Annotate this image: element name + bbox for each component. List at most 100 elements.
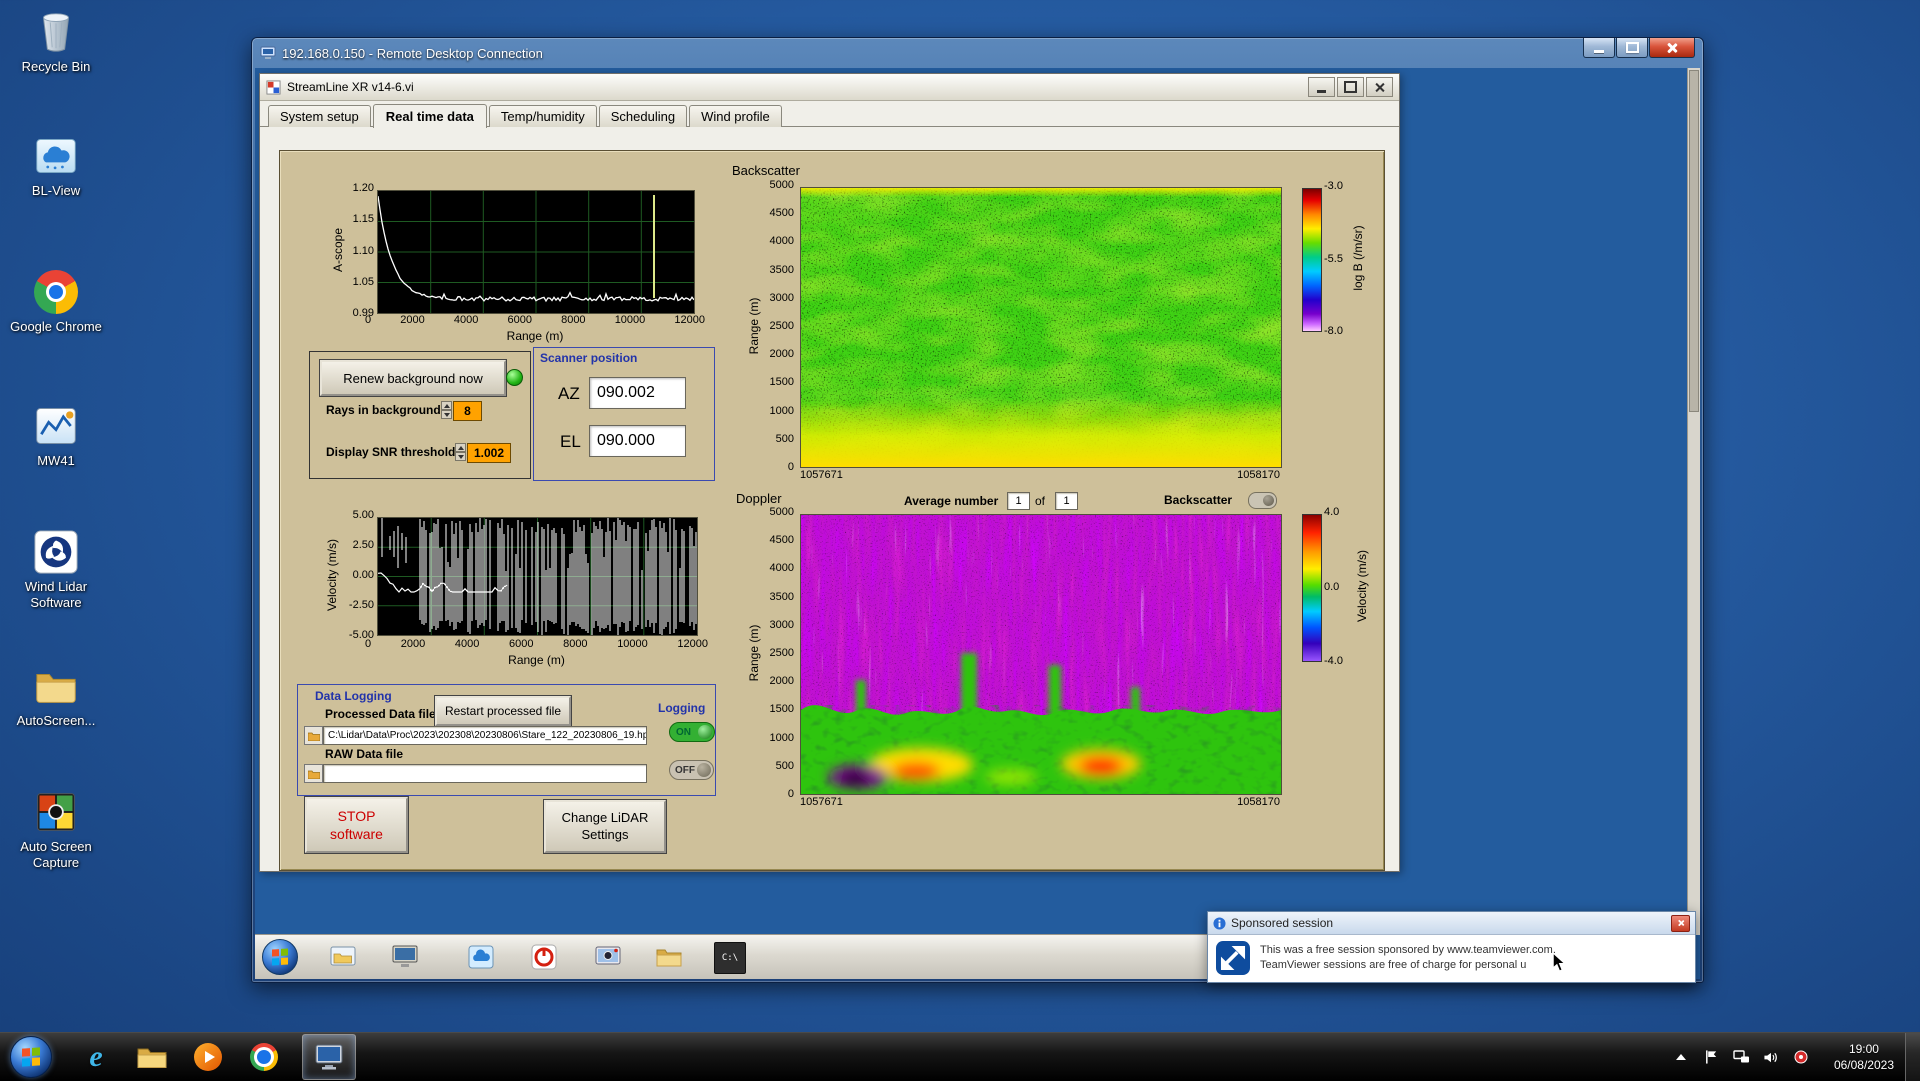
tick-label: 10000 <box>615 315 646 326</box>
tick-label: 6000 <box>509 639 533 650</box>
remote-screen-capture-icon[interactable] <box>593 942 623 972</box>
taskbar-media-player[interactable] <box>182 1035 234 1079</box>
tick-label: -2.50 <box>349 600 374 611</box>
processed-path-field[interactable]: C:\Lidar\Data\Proc\2023\202308\20230806\… <box>323 726 647 745</box>
tick-label: 6000 <box>507 315 531 326</box>
action-center-flag-icon[interactable] <box>1702 1048 1720 1066</box>
remote-folder-window-icon[interactable] <box>328 942 358 972</box>
teamviewer-close-button[interactable] <box>1671 915 1690 932</box>
show-desktop-button[interactable] <box>1905 1033 1920 1081</box>
remote-command-prompt-icon[interactable]: C:\ <box>714 942 746 974</box>
raw-path-browse-icon[interactable] <box>304 764 323 783</box>
taskbar-remote-desktop-active[interactable] <box>302 1034 356 1080</box>
tick-label: 2000 <box>770 349 794 360</box>
raw-path-field[interactable] <box>323 764 647 783</box>
rdp-close-button[interactable] <box>1649 38 1695 58</box>
taskbar-internet-explorer[interactable]: e <box>70 1035 122 1079</box>
settings-line1: Change LiDAR <box>562 810 649 827</box>
renew-background-button[interactable]: Renew background now <box>320 360 506 396</box>
rdp-window: 192.168.0.150 - Remote Desktop Connectio… <box>251 37 1704 983</box>
raw-data-file-label: RAW Data file <box>325 747 403 761</box>
alert-icon[interactable] <box>1792 1048 1810 1066</box>
vi-close-button[interactable] <box>1366 77 1393 97</box>
desktop-icon-mw41[interactable]: MW41 <box>8 402 104 469</box>
tick-label: 8000 <box>561 315 585 326</box>
tab-scheduling[interactable]: Scheduling <box>599 105 687 127</box>
rdp-scrollbar[interactable] <box>1687 68 1700 935</box>
remote-monitor-icon[interactable] <box>390 942 420 972</box>
network-icon[interactable] <box>1732 1048 1750 1066</box>
rdp-minimize-button[interactable] <box>1583 38 1615 58</box>
desktop-icon-label: MW41 <box>37 453 75 469</box>
tick-label: 1000 <box>770 733 794 744</box>
tick-label: 4500 <box>770 208 794 219</box>
logging-label: Logging <box>658 701 705 715</box>
vi-minimize-button[interactable] <box>1308 77 1335 97</box>
backscatter-toggle[interactable] <box>1248 492 1277 509</box>
processed-logging-toggle[interactable]: ON <box>669 722 715 742</box>
tick-label: 1000 <box>770 406 794 417</box>
average-of-field[interactable]: 1 <box>1055 492 1078 510</box>
tick-label: 1.10 <box>353 246 374 257</box>
backscatter-title: Backscatter <box>732 163 800 178</box>
el-value-field[interactable]: 090.000 <box>589 425 686 457</box>
background-led[interactable] <box>506 369 523 386</box>
snr-threshold-label: Display SNR threshold <box>326 445 455 459</box>
desktop-icon-auto-screen-capture[interactable]: Auto Screen Capture <box>8 788 104 872</box>
snr-spinner[interactable] <box>455 443 466 461</box>
stop-software-button[interactable]: STOP software <box>305 797 408 853</box>
remote-start-button[interactable] <box>262 939 298 975</box>
ascope-x-ticks: 020004000600080001000012000 <box>365 315 705 326</box>
snr-value-field[interactable]: 1.002 <box>467 443 511 463</box>
average-number-label: Average number <box>904 494 998 508</box>
remote-folder-icon[interactable] <box>654 942 684 972</box>
stop-line2: software <box>330 825 383 843</box>
desktop-icon-autoscreen[interactable]: AutoScreen... <box>8 662 104 729</box>
rays-spinner[interactable] <box>441 401 452 419</box>
volume-icon[interactable] <box>1762 1048 1780 1066</box>
taskbar-windows-explorer[interactable] <box>126 1035 178 1079</box>
taskbar-clock[interactable]: 19:00 06/08/2023 <box>1834 1033 1894 1081</box>
rdp-window-titlebar: 192.168.0.150 - Remote Desktop Connectio… <box>252 38 1703 68</box>
system-tray <box>1672 1033 1810 1081</box>
desktop-icon-wind-lidar[interactable]: Wind Lidar Software <box>8 528 104 612</box>
tick-label: 2000 <box>770 676 794 687</box>
rdp-scrollbar-thumb[interactable] <box>1689 70 1699 412</box>
vi-maximize-button[interactable] <box>1337 77 1364 97</box>
tick-label: 4000 <box>454 315 478 326</box>
az-value-field[interactable]: 090.002 <box>589 377 686 409</box>
start-button[interactable] <box>10 1036 52 1078</box>
vi-content: A-scope 1.201.151.101.050.99 <box>260 127 1399 871</box>
restart-processed-file-button[interactable]: Restart processed file <box>435 696 571 726</box>
desktop-icon-recycle-bin[interactable]: Recycle Bin <box>8 8 104 75</box>
tick-label: 3000 <box>770 620 794 631</box>
tab-wind-profile[interactable]: Wind profile <box>689 105 782 127</box>
tick-label: 0.00 <box>353 570 374 581</box>
tab-system-setup[interactable]: System setup <box>268 105 371 127</box>
rdp-maximize-button[interactable] <box>1616 38 1648 58</box>
teamviewer-logo <box>1216 941 1250 975</box>
backscatter-colorbar <box>1302 188 1322 332</box>
tray-expand-icon[interactable] <box>1672 1048 1690 1066</box>
ascope-plot <box>377 190 695 314</box>
tick-label: 4000 <box>455 639 479 650</box>
tick-label: 8000 <box>563 639 587 650</box>
processed-path-browse-icon[interactable] <box>304 726 323 745</box>
rays-value-field[interactable]: 8 <box>453 401 482 421</box>
tick-label: 2.50 <box>353 540 374 551</box>
desktop-icon-bl-view[interactable]: BL-View <box>8 132 104 199</box>
raw-logging-toggle[interactable]: OFF <box>669 760 714 780</box>
change-lidar-settings-button[interactable]: Change LiDAR Settings <box>544 800 666 853</box>
taskbar-chrome[interactable] <box>238 1035 290 1079</box>
average-number-field[interactable]: 1 <box>1007 492 1030 510</box>
rays-in-background-label: Rays in background <box>326 403 441 417</box>
tab-real-time-data[interactable]: Real time data <box>373 104 487 128</box>
desktop-icon-google-chrome[interactable]: Google Chrome <box>8 268 104 335</box>
remote-bl-view-icon[interactable] <box>466 942 496 972</box>
tick-label: -8.0 <box>1324 326 1343 337</box>
bl-view-icon <box>32 132 80 180</box>
streamline-title: StreamLine XR v14-6.vi <box>287 80 1306 94</box>
remote-power-off-icon[interactable] <box>529 942 559 972</box>
tab-temp-humidity[interactable]: Temp/humidity <box>489 105 597 127</box>
doppler-colorbar <box>1302 514 1322 662</box>
